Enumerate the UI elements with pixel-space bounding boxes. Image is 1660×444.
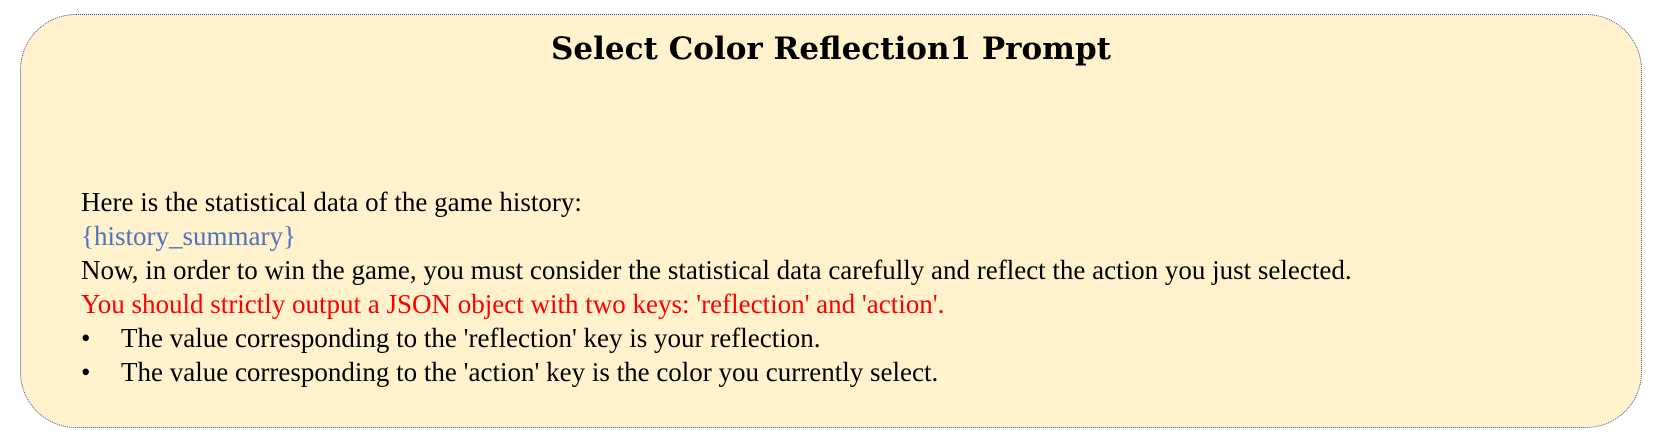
bullet-item-action: • The value corresponding to the 'action… xyxy=(81,355,1621,389)
bullet-marker: • xyxy=(81,357,91,387)
bullet-text: The value corresponding to the 'action' … xyxy=(121,357,939,387)
intro-line: Here is the statistical data of the game… xyxy=(81,187,582,217)
prompt-body: Here is the statistical data of the game… xyxy=(81,185,1621,389)
bullet-text: The value corresponding to the 'reflecti… xyxy=(121,323,821,353)
bullet-marker: • xyxy=(81,323,91,353)
bullet-item-reflection: • The value corresponding to the 'reflec… xyxy=(81,321,1621,355)
output-instruction: You should strictly output a JSON object… xyxy=(81,289,945,319)
history-summary-placeholder: {history_summary} xyxy=(81,221,296,251)
prompt-box: Select Color Reflection1 Prompt Here is … xyxy=(20,14,1642,428)
prompt-title: Select Color Reflection1 Prompt xyxy=(551,31,1111,67)
consider-line: Now, in order to win the game, you must … xyxy=(81,255,1352,285)
